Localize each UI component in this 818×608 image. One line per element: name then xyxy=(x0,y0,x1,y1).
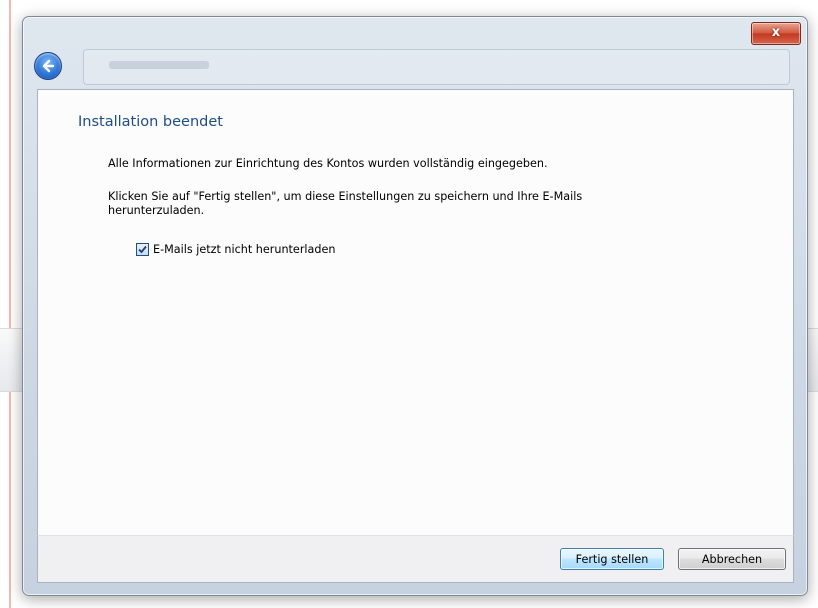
back-arrow-icon xyxy=(42,59,55,73)
close-button[interactable]: x xyxy=(751,22,801,45)
no-download-checkbox[interactable] xyxy=(136,243,149,256)
wizard-window: x Installation beendet Alle Informatione… xyxy=(22,16,808,596)
info-text: Alle Informationen zur Einrichtung des K… xyxy=(108,157,548,170)
cancel-button[interactable]: Abbrechen xyxy=(678,548,786,570)
titlebar-reflection-text xyxy=(109,61,209,69)
back-button[interactable] xyxy=(34,52,62,80)
background-edge-line xyxy=(9,0,11,608)
instruction-text: Klicken Sie auf "Fertig stellen", um die… xyxy=(108,190,583,217)
content-panel: Installation beendet Alle Informationen … xyxy=(37,89,794,536)
button-bar: Fertig stellen Abbrechen xyxy=(37,535,794,583)
page-title: Installation beendet xyxy=(78,114,223,130)
checkmark-icon xyxy=(138,245,147,254)
close-icon: x xyxy=(771,25,781,40)
titlebar-reflection xyxy=(83,49,790,85)
no-download-label: E-Mails jetzt nicht herunterladen xyxy=(153,243,336,256)
no-download-option[interactable]: E-Mails jetzt nicht herunterladen xyxy=(136,243,335,256)
finish-button[interactable]: Fertig stellen xyxy=(560,548,664,570)
